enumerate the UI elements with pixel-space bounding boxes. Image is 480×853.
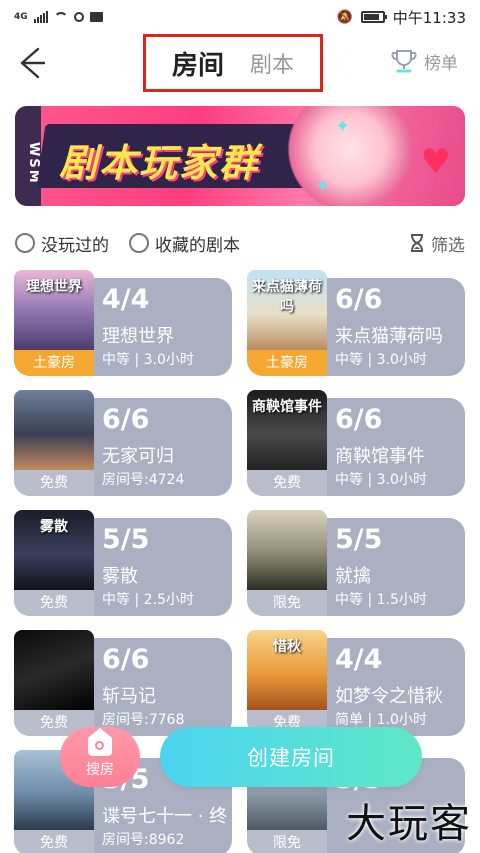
room-cover-title: 惜秋 [273,639,301,655]
room-price-tag: 免费 [247,470,327,496]
room-script-name: 谍号七十一 · 终 [102,806,228,827]
hourglass-icon [411,234,423,252]
banner-title: 剧本玩家群 [59,141,260,185]
room-player-count: 6/6 [102,404,150,435]
promo-banner[interactable]: WSM 剧本玩家群 ✦ ✦ ♥ [15,106,465,206]
room-cover: 限免 [247,510,327,616]
sync-icon [73,12,84,22]
signal-icon [33,11,48,23]
room-script-name: 雾散 [102,566,138,587]
room-script-name: 无家可归 [102,446,174,467]
room-cover-title: 商鞅馆事件 [252,399,322,415]
room-price-tag: 限免 [247,830,327,853]
room-meta: 房间号:4724 [102,472,185,488]
room-script-name: 就擒 [335,566,371,587]
banner-side-label: WSM [15,106,41,206]
room-card[interactable]: 来点猫薄荷吗 土豪房 6/6 来点猫薄荷吗 中等 | 3.0小时 [247,270,465,376]
room-cover-title: 来点猫薄荷吗 [252,279,322,315]
room-card[interactable]: 惜秋 免费 4/4 如梦令之惜秋简单 | 1.0小时 [247,630,465,736]
room-meta: 房间号:7768 [102,712,185,728]
room-player-count: 6/6 [335,284,383,315]
room-cover: 商鞅馆事件 免费 [247,390,327,496]
filter-favorites-label: 收藏的剧本 [155,235,240,256]
room-player-count: 5/5 [335,524,383,555]
top-header: 房间 剧本 榜单 [0,34,480,94]
room-player-count: 5/5 [102,524,150,555]
filter-not-played[interactable]: 没玩过的 [15,231,109,256]
room-card[interactable]: 免费 6/6 无家可归房间号:4724 [14,390,232,496]
back-arrow-icon [20,47,46,79]
ranking-button[interactable]: 榜单 [390,48,458,74]
watermark: 大玩客 [346,801,472,847]
mute-icon: 🔕 [336,9,353,25]
room-cover-art [14,390,94,470]
room-cover: 惜秋 免费 [247,630,327,736]
room-card[interactable]: 限免 5/5 就擒中等 | 1.5小时 [247,510,465,616]
status-time: 中午11:33 [392,8,466,27]
room-script-name: 斩马记 [102,686,156,707]
room-player-count: 6/6 [102,644,150,675]
room-price-tag: 限免 [247,590,327,616]
search-house-icon [88,727,112,756]
radio-icon [129,233,149,253]
room-meta: 中等 | 2.5小时 [102,592,194,608]
battery-icon [360,11,387,23]
room-card[interactable]: 免费 6/6 斩马记房间号:7768 [14,630,232,736]
room-cover: 免费 [14,630,94,736]
sparkle-icon: ✦ [335,116,351,137]
room-card[interactable]: 商鞅馆事件 免费 6/6 商鞅馆事件 中等 | 3.0小时 [247,390,465,496]
room-price-tag: 土豪房 [14,350,94,376]
filter-bar: 没玩过的 收藏的剧本 筛选 [15,228,465,258]
room-cover: 雾散 免费 [14,510,94,616]
room-cover: 来点猫薄荷吗 土豪房 [247,270,327,376]
room-player-count: 4/4 [102,284,150,315]
room-cover-title: 理想世界 [26,279,82,295]
room-script-name: 商鞅馆事件 [335,446,425,467]
room-meta: 中等 | 3.0小时 [335,352,427,368]
room-player-count: 4/4 [335,644,383,675]
sparkle-icon: ✦ [315,176,331,197]
room-script-name: 如梦令之惜秋 [335,686,443,707]
room-price-tag: 免费 [14,470,94,496]
room-meta: 房间号:8962 [102,832,185,848]
create-room-button[interactable]: 创建房间 [160,727,422,787]
screen-label: 筛选 [431,235,465,256]
search-room-label: 搜房 [86,761,114,778]
back-button[interactable] [16,46,46,80]
trophy-icon [391,50,417,73]
radio-icon [15,233,35,253]
room-meta: 简单 | 1.0小时 [335,712,427,728]
network-type: 4G [14,11,28,22]
room-script-name: 来点猫薄荷吗 [335,326,443,347]
room-meta: 中等 | 3.0小时 [335,472,427,488]
room-cover: 免费 [14,390,94,496]
room-player-count: 6/6 [335,404,383,435]
room-cover: 理想世界 土豪房 [14,270,94,376]
room-cover-art [247,510,327,590]
room-price-tag: 免费 [14,590,94,616]
room-script-tabs: 房间 剧本 [143,34,323,92]
filter-not-played-label: 没玩过的 [41,235,109,256]
mail-icon [89,12,103,22]
room-script-name: 理想世界 [102,326,174,347]
tab-scripts[interactable]: 剧本 [250,47,294,79]
room-price-tag: 免费 [14,830,94,853]
wifi-icon [53,12,68,22]
room-cover-art [14,630,94,710]
screen-button[interactable]: 筛选 [409,231,465,256]
room-meta: 中等 | 3.0小时 [102,352,194,368]
ranking-label: 榜单 [424,53,458,74]
heart-icon: ♥ [420,142,451,182]
room-cover-title: 雾散 [40,519,68,535]
tab-rooms[interactable]: 房间 [165,45,231,82]
status-bar: 4G 🔕 中午11:33 [0,0,480,34]
room-card[interactable]: 理想世界 土豪房 4/4 理想世界 中等 | 3.0小时 [14,270,232,376]
room-price-tag: 土豪房 [247,350,327,376]
filter-favorites[interactable]: 收藏的剧本 [129,231,240,256]
room-card[interactable]: 雾散 免费 5/5 雾散 中等 | 2.5小时 [14,510,232,616]
search-room-button[interactable]: 搜房 [60,727,140,787]
room-meta: 中等 | 1.5小时 [335,592,427,608]
